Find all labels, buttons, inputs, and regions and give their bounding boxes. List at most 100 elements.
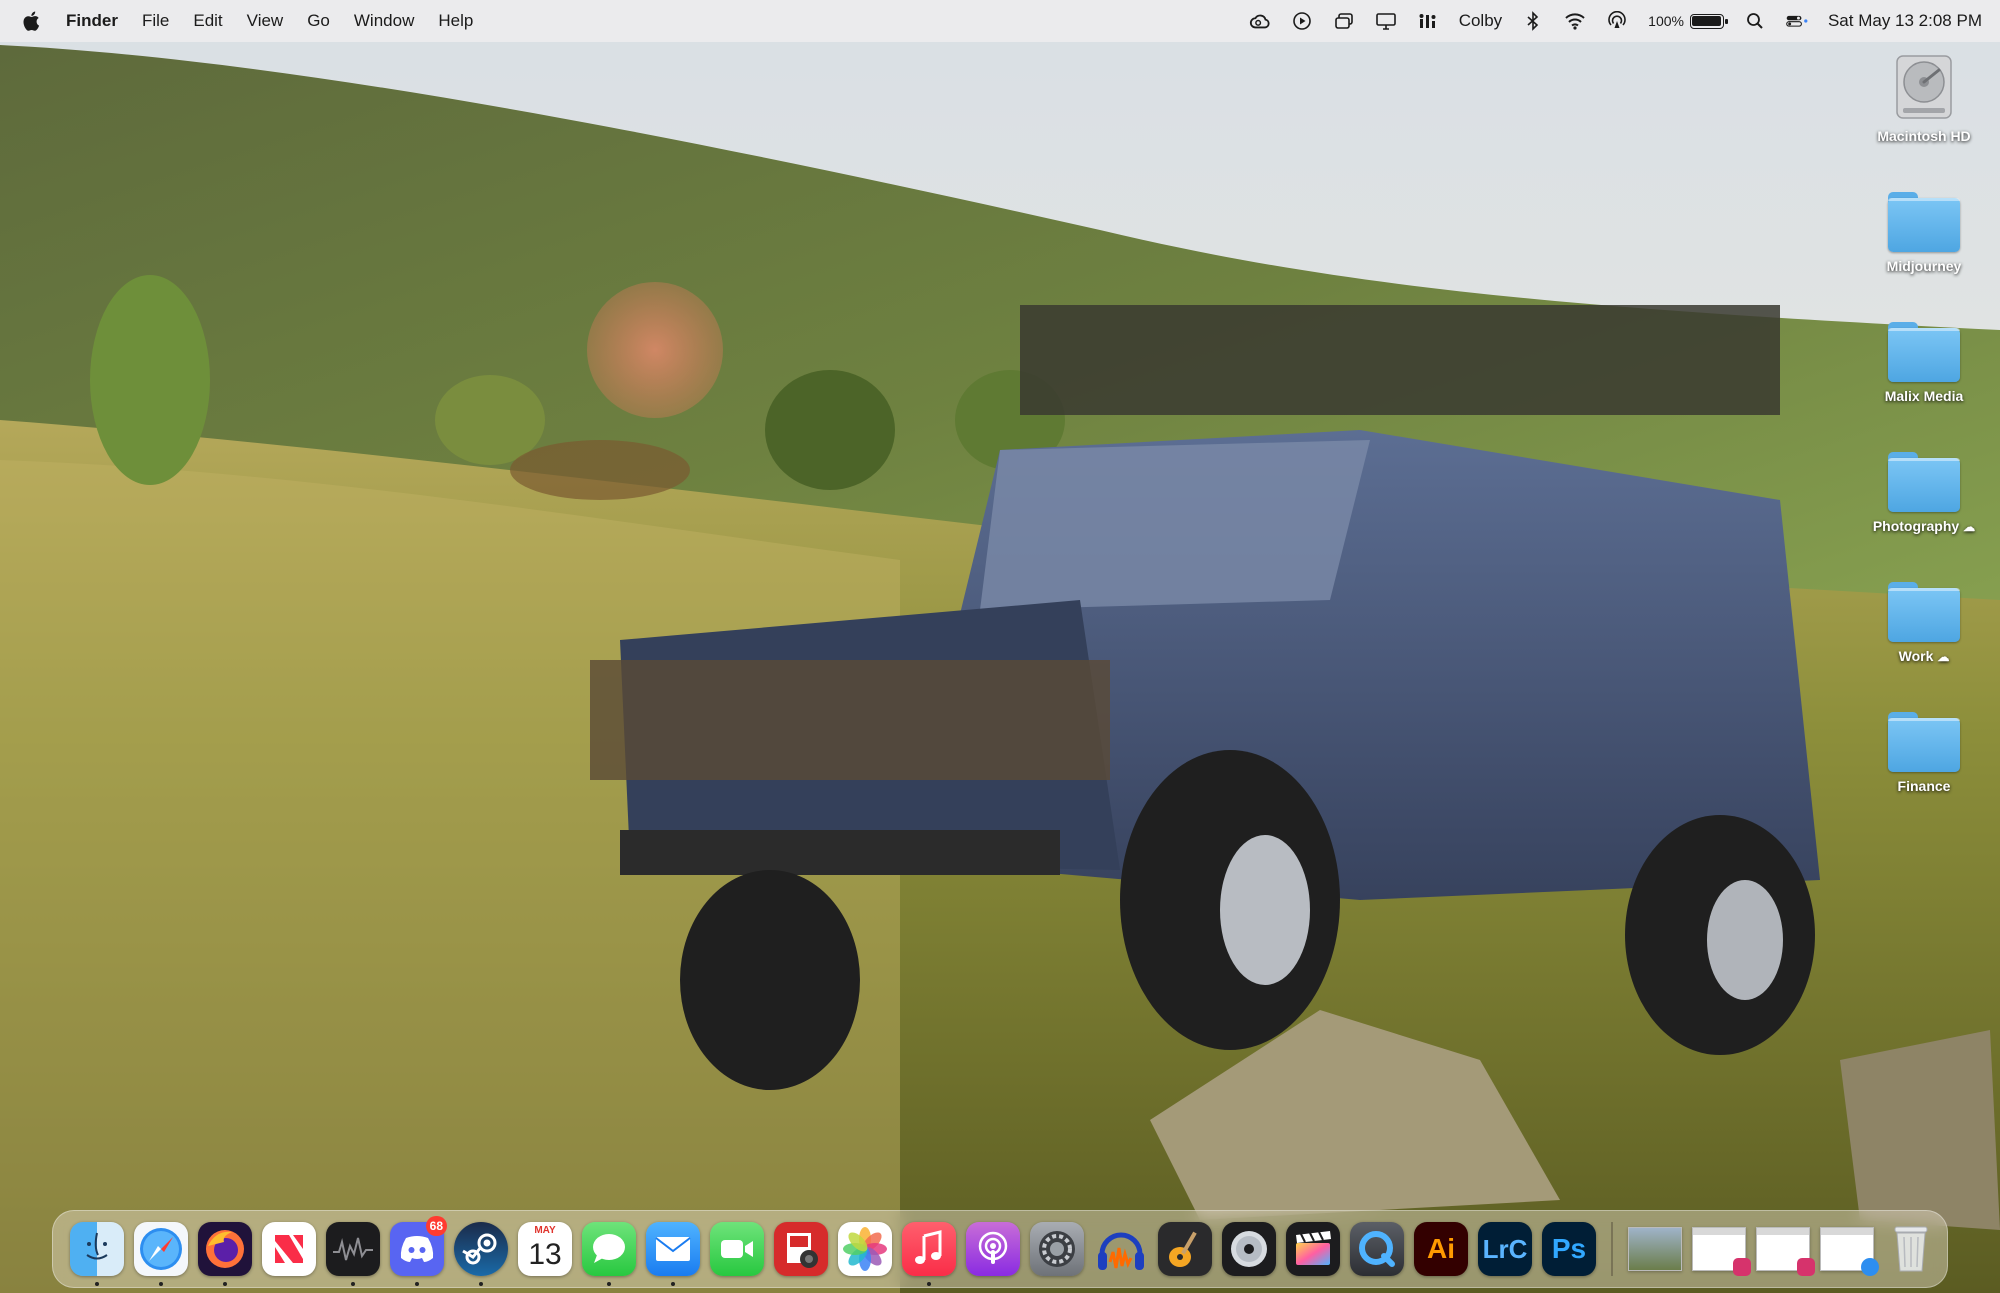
- safari-compass-icon: [134, 1222, 188, 1276]
- dock-photoshop[interactable]: Ps: [1537, 1210, 1601, 1288]
- desktop-icon-label: Malix Media: [1884, 388, 1964, 404]
- menu-window[interactable]: Window: [354, 11, 414, 31]
- menu-bar-left: Finder File Edit View Go Window Help: [22, 10, 473, 32]
- menu-app-name[interactable]: Finder: [66, 11, 118, 31]
- desktop-icon-label-row: Work ☁: [1899, 648, 1950, 664]
- dock-minimized-window-3[interactable]: [1751, 1210, 1815, 1288]
- battery-percent: 100%: [1648, 13, 1684, 29]
- window-thumbnail: [1756, 1227, 1815, 1276]
- user-name[interactable]: Colby: [1459, 11, 1502, 31]
- dock-minimized-window-1[interactable]: [1623, 1210, 1687, 1288]
- desktop-icon-malix-media[interactable]: Malix Media: [1862, 320, 1986, 404]
- dock-discord[interactable]: 68: [385, 1210, 449, 1288]
- desktop-icon-photography[interactable]: Photography ☁: [1862, 450, 1986, 534]
- dock-stocks[interactable]: [321, 1210, 385, 1288]
- play-circle-icon[interactable]: [1291, 10, 1313, 32]
- running-indicator: [95, 1282, 99, 1286]
- dock-dvd-player[interactable]: [1217, 1210, 1281, 1288]
- menu-clock[interactable]: Sat May 13 2:08 PM: [1828, 11, 1982, 31]
- firefox-icon: [198, 1222, 252, 1276]
- video-camera-icon: [710, 1222, 764, 1276]
- dock-quicktime[interactable]: [1345, 1210, 1409, 1288]
- icloud-icon: ☁: [1937, 650, 1950, 664]
- running-indicator: [927, 1282, 931, 1286]
- dock-final-cut-pro[interactable]: [1281, 1210, 1345, 1288]
- clapperboard-icon: [1286, 1222, 1340, 1276]
- dock-minimized-window-4[interactable]: [1815, 1210, 1879, 1288]
- app-badge-icon: [1733, 1258, 1751, 1276]
- apple-menu-icon[interactable]: [22, 10, 42, 32]
- battery-icon: [1689, 13, 1728, 29]
- desktop-icon-label: Photography: [1872, 518, 1960, 534]
- safari-badge-icon: [1861, 1258, 1879, 1276]
- dock-photo-booth[interactable]: [769, 1210, 833, 1288]
- control-center-icon[interactable]: [1786, 10, 1808, 32]
- photos-flower-icon: [838, 1222, 892, 1276]
- app-badge-icon: [1797, 1258, 1815, 1276]
- gear-icon: [1030, 1222, 1084, 1276]
- dock-illustrator[interactable]: Ai: [1409, 1210, 1473, 1288]
- menu-go[interactable]: Go: [307, 11, 330, 31]
- lightroom-label: LrC: [1482, 1233, 1528, 1264]
- dock-garageband[interactable]: [1153, 1210, 1217, 1288]
- folder-icon: [1888, 450, 1960, 512]
- desktop-icon-finance[interactable]: Finance: [1862, 710, 1986, 794]
- calendar-day: 13: [528, 1238, 562, 1271]
- menu-view[interactable]: View: [247, 11, 284, 31]
- menu-file[interactable]: File: [142, 11, 169, 31]
- dock-mail[interactable]: [641, 1210, 705, 1288]
- desktop-icon-label: Midjourney: [1886, 258, 1962, 274]
- running-indicator: [159, 1282, 163, 1286]
- dock-lightroom-classic[interactable]: LrC: [1473, 1210, 1537, 1288]
- menu-edit[interactable]: Edit: [193, 11, 222, 31]
- guitar-icon: [1158, 1222, 1212, 1276]
- dock-podcasts[interactable]: [961, 1210, 1025, 1288]
- spotlight-search-icon[interactable]: [1744, 10, 1766, 32]
- dock-messages[interactable]: [577, 1210, 641, 1288]
- desktop-icon-work[interactable]: Work ☁: [1862, 580, 1986, 664]
- desktop-icon-label: Macintosh HD: [1877, 128, 1971, 144]
- desktop-icon-midjourney[interactable]: Midjourney: [1862, 190, 1986, 274]
- running-indicator: [607, 1282, 611, 1286]
- running-indicator: [479, 1282, 483, 1286]
- menu-help[interactable]: Help: [438, 11, 473, 31]
- dock-trash[interactable]: [1879, 1210, 1943, 1288]
- dock-minimized-window-2[interactable]: [1687, 1210, 1751, 1288]
- dock-news[interactable]: [257, 1210, 321, 1288]
- calendar-icon: MAY 13: [518, 1222, 572, 1276]
- creative-cloud-icon[interactable]: [1249, 10, 1271, 32]
- headphones-waveform-icon: [1094, 1222, 1148, 1276]
- running-indicator: [351, 1282, 355, 1286]
- photoshop-icon: Ps: [1542, 1222, 1596, 1276]
- desktop-icon-macintosh-hd[interactable]: Macintosh HD: [1862, 52, 1986, 144]
- dock-system-settings[interactable]: [1025, 1210, 1089, 1288]
- dock-divider: [1611, 1222, 1613, 1276]
- desktop-icon-label: Finance: [1897, 778, 1951, 794]
- istat-menus-icon[interactable]: [1417, 10, 1439, 32]
- window-thumbnail: [1820, 1227, 1879, 1276]
- battery-status[interactable]: 100%: [1648, 13, 1728, 29]
- music-note-icon: [902, 1222, 956, 1276]
- display-icon[interactable]: [1375, 10, 1397, 32]
- dock-firefox[interactable]: [193, 1210, 257, 1288]
- battery-fill: [1692, 16, 1722, 26]
- wifi-icon[interactable]: [1564, 10, 1586, 32]
- bluetooth-icon[interactable]: [1522, 10, 1544, 32]
- dock-safari[interactable]: [129, 1210, 193, 1288]
- window-stack-icon[interactable]: [1333, 10, 1355, 32]
- illustrator-icon: Ai: [1414, 1222, 1468, 1276]
- folder-icon: [1888, 190, 1960, 252]
- dock-audacity[interactable]: [1089, 1210, 1153, 1288]
- lightroom-icon: LrC: [1478, 1222, 1532, 1276]
- airdrop-icon[interactable]: [1606, 10, 1628, 32]
- window-thumbnail: [1692, 1227, 1751, 1276]
- dock-facetime[interactable]: [705, 1210, 769, 1288]
- icloud-icon: ☁: [1963, 520, 1976, 534]
- dock-music[interactable]: [897, 1210, 961, 1288]
- dock-steam[interactable]: [449, 1210, 513, 1288]
- desktop-wallpaper: [0, 0, 2000, 1293]
- dock-finder[interactable]: [65, 1210, 129, 1288]
- dock-calendar[interactable]: MAY 13: [513, 1210, 577, 1288]
- illustrator-label: Ai: [1427, 1233, 1455, 1264]
- dock-photos[interactable]: [833, 1210, 897, 1288]
